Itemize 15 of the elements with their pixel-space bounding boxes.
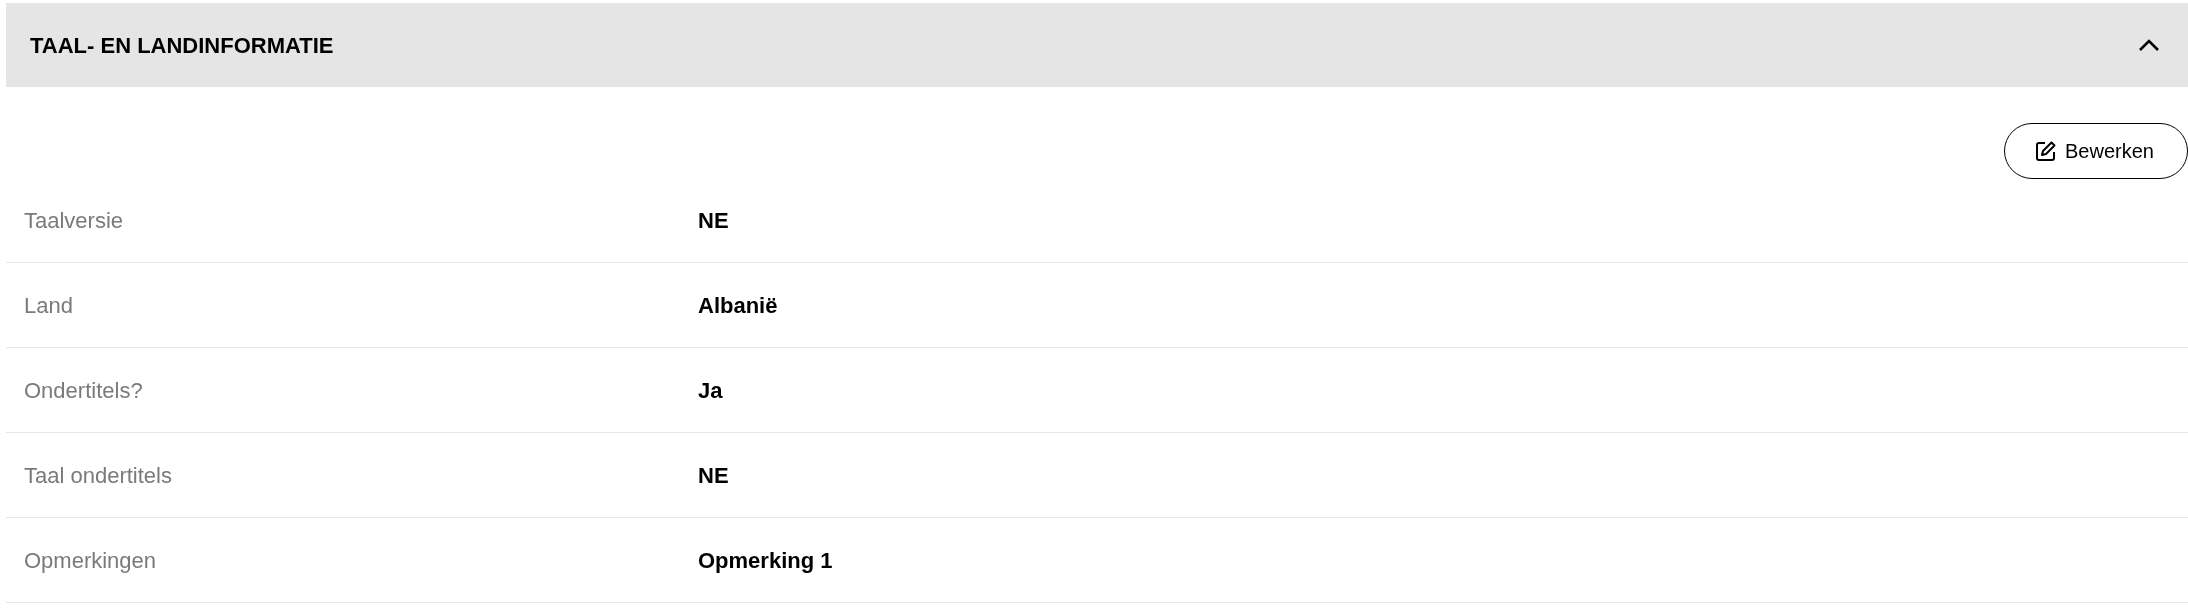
section-header[interactable]: TAAL- EN LANDINFORMATIE [6, 3, 2188, 87]
field-value: Opmerking 1 [698, 546, 833, 575]
field-value: Ja [698, 376, 723, 405]
section-title: TAAL- EN LANDINFORMATIE [30, 31, 334, 60]
edit-button[interactable]: Bewerken [2004, 123, 2188, 179]
field-value: NE [698, 206, 729, 235]
field-label: Ondertitels? [23, 376, 144, 405]
field-label: Opmerkingen [23, 546, 158, 575]
field-label: Taalversie [23, 206, 125, 235]
field-value: Albanië [698, 291, 778, 320]
field-label: Taal ondertitels [23, 461, 173, 490]
edit-icon [2035, 140, 2057, 162]
chevron-up-icon[interactable] [2138, 38, 2160, 52]
field-label: Land [23, 291, 74, 320]
field-value: NE [698, 461, 729, 490]
